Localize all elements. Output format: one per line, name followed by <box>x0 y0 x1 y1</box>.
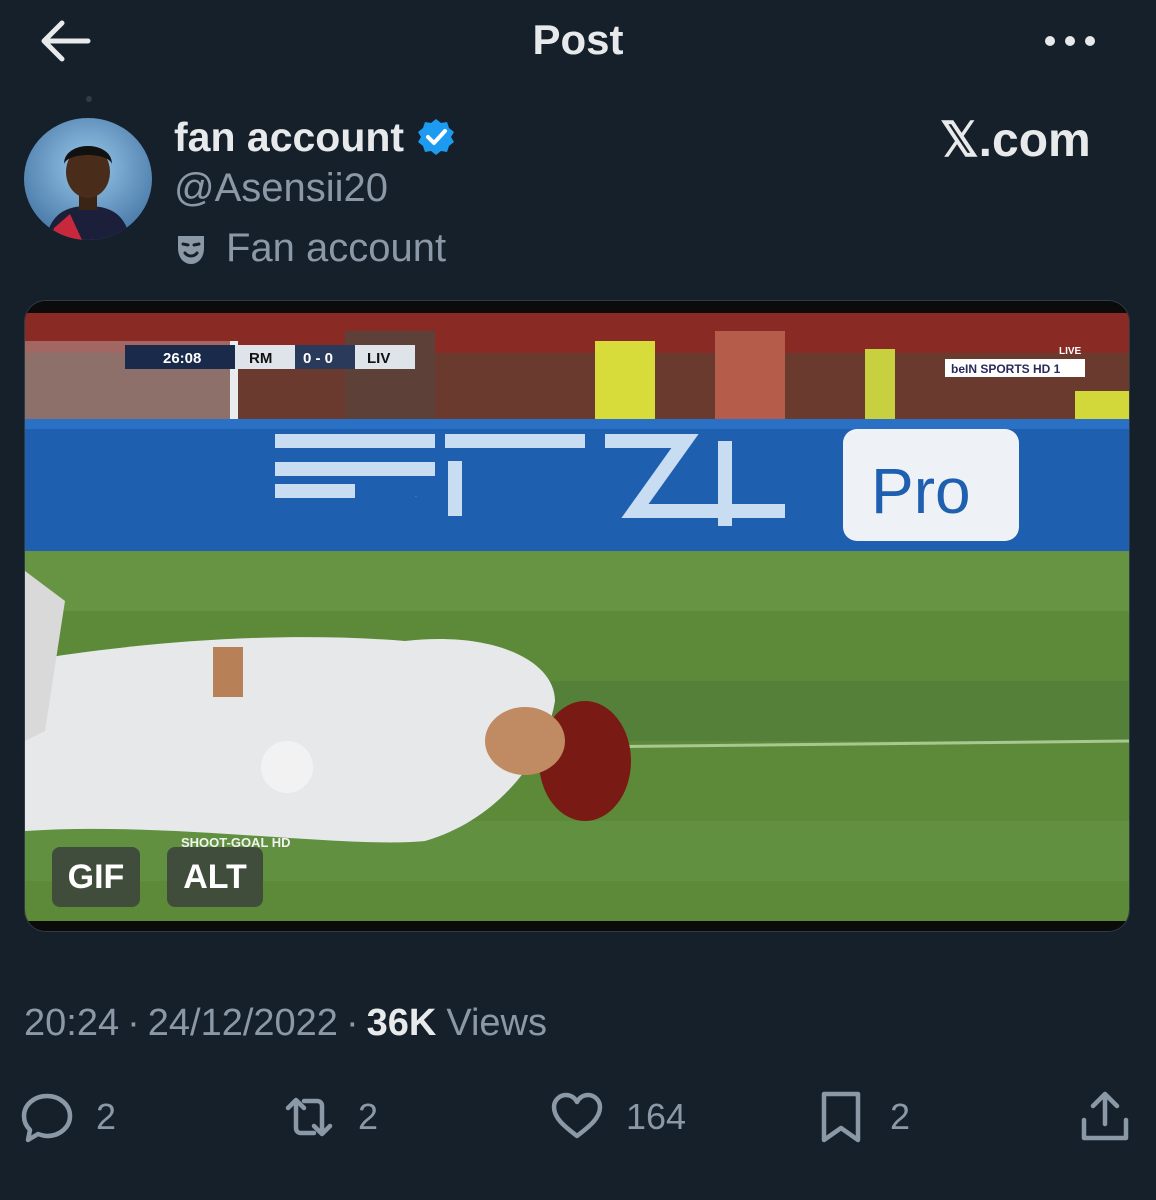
scoreboard-time: 26:08 <box>163 350 201 367</box>
watermark: 𝕏.com <box>940 114 1091 167</box>
views-count: 36K <box>366 1002 437 1044</box>
retweet-button[interactable]: 2 <box>282 1090 378 1144</box>
thread-connector <box>86 96 92 102</box>
post-time[interactable]: 20:24 <box>24 1002 119 1045</box>
meta-separator: · <box>345 1002 359 1044</box>
reply-icon <box>21 1093 73 1143</box>
gif-frame: 26:08 RM 0 - 0 LIV beIN SPORTS HD 1 LIVE… <box>25 301 1129 931</box>
like-button[interactable]: 164 <box>550 1090 686 1144</box>
gif-badge: GIF <box>52 847 140 907</box>
views-label: Views <box>446 1002 547 1044</box>
theater-mask-icon <box>178 235 204 264</box>
bookmark-count: 2 <box>890 1096 911 1137</box>
account-label: Fan account <box>174 226 446 271</box>
share-button[interactable] <box>1078 1090 1132 1144</box>
bookmark-icon <box>821 1091 861 1143</box>
board-badge: Pro <box>871 455 971 527</box>
account-label-text: Fan account <box>226 226 447 270</box>
broadcaster-logo: beIN SPORTS HD 1 <box>951 362 1061 376</box>
post-date[interactable]: 24/12/2022 <box>148 1002 338 1045</box>
share-icon <box>1081 1091 1129 1141</box>
scoreboard-home: RM <box>249 350 272 367</box>
author-name[interactable]: fan account <box>174 114 404 161</box>
scoreboard-score: 0 - 0 <box>303 350 333 367</box>
retweet-icon <box>285 1097 333 1137</box>
like-count: 164 <box>626 1096 687 1137</box>
reply-button[interactable]: 2 <box>20 1090 116 1144</box>
bookmark-button[interactable]: 2 <box>814 1090 910 1144</box>
heart-icon <box>551 1092 603 1139</box>
ellipsis-icon <box>1045 36 1095 46</box>
alt-text-button[interactable]: ALT <box>167 847 263 907</box>
live-label: LIVE <box>1059 346 1082 357</box>
avatar[interactable] <box>24 118 152 240</box>
meta-separator: · <box>127 1002 140 1044</box>
media-gif[interactable]: 26:08 RM 0 - 0 LIV beIN SPORTS HD 1 LIVE… <box>24 300 1130 932</box>
page-title: Post <box>532 16 624 63</box>
more-options-button[interactable] <box>1040 18 1100 64</box>
scoreboard-away: LIV <box>367 350 390 367</box>
reply-count: 2 <box>96 1096 117 1137</box>
verified-badge-icon <box>418 119 455 155</box>
author-name-row[interactable]: fan account <box>174 112 456 162</box>
post-meta: 20:24 · 24/12/2022 · 36K Views <box>24 1002 547 1045</box>
retweet-count: 2 <box>358 1096 379 1137</box>
author-handle[interactable]: @Asensii20 <box>174 166 388 211</box>
